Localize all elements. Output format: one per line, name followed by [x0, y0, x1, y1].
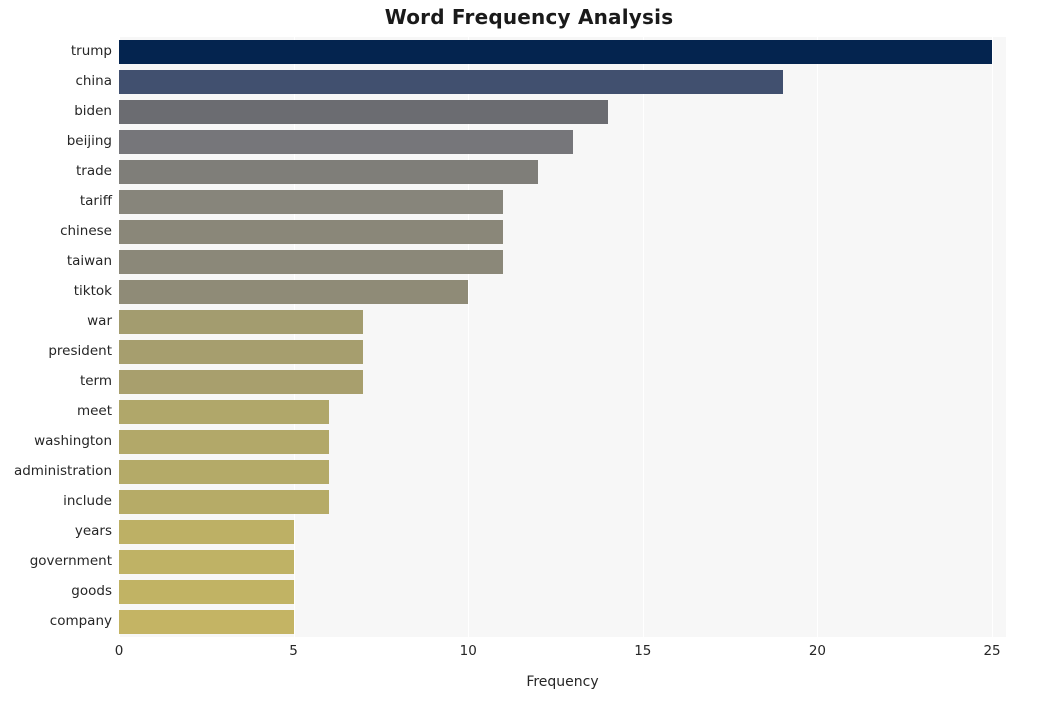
- bar-china[interactable]: [119, 69, 783, 95]
- bar-term[interactable]: [119, 369, 364, 395]
- bar-war[interactable]: [119, 309, 364, 335]
- bar-row: [119, 579, 1006, 605]
- bar-series: [119, 37, 1006, 637]
- bar-row: [119, 279, 1006, 305]
- bar-washington[interactable]: [119, 429, 329, 455]
- chart-title: Word Frequency Analysis: [384, 5, 674, 29]
- bar-row: [119, 99, 1006, 125]
- y-tick-label-president: president: [48, 343, 112, 359]
- bar-administration[interactable]: [119, 459, 329, 485]
- bar-trump[interactable]: [119, 39, 993, 65]
- plot-area: [119, 37, 1006, 637]
- bar-tiktok[interactable]: [119, 279, 469, 305]
- bar-row: [119, 519, 1006, 545]
- bar-taiwan[interactable]: [119, 249, 504, 275]
- x-tick-label-15: 15: [634, 643, 652, 659]
- y-tick-label-goods: goods: [71, 583, 112, 599]
- y-tick-label-meet: meet: [76, 403, 112, 419]
- y-tick-label-tiktok: tiktok: [73, 283, 112, 299]
- bar-government[interactable]: [119, 549, 294, 575]
- bar-row: [119, 399, 1006, 425]
- y-tick-label-company: company: [49, 613, 112, 629]
- y-tick-label-trade: trade: [76, 163, 112, 179]
- chart-figure: Word Frequency Analysis trump china biden b…: [0, 0, 1058, 701]
- bar-row: [119, 489, 1006, 515]
- x-tick-label-20: 20: [808, 643, 827, 659]
- x-axis-title: Frequency: [526, 674, 599, 690]
- bar-row: [119, 39, 1006, 65]
- bar-trade[interactable]: [119, 159, 539, 185]
- bar-president[interactable]: [119, 339, 364, 365]
- bar-row: [119, 429, 1006, 455]
- bar-years[interactable]: [119, 519, 294, 545]
- y-tick-label-government: government: [29, 553, 112, 569]
- y-tick-label-china: china: [75, 73, 112, 89]
- bar-row: [119, 369, 1006, 395]
- bar-include[interactable]: [119, 489, 329, 515]
- bar-row: [119, 219, 1006, 245]
- y-tick-label-administration: administration: [13, 463, 112, 479]
- bar-company[interactable]: [119, 609, 294, 635]
- bar-row: [119, 129, 1006, 155]
- y-tick-label-years: years: [74, 523, 112, 539]
- bar-row: [119, 609, 1006, 635]
- y-tick-label-term: term: [79, 373, 112, 389]
- y-tick-label-trump: trump: [70, 43, 112, 59]
- x-tick-label-25: 25: [983, 643, 1001, 659]
- y-tick-label-chinese: chinese: [60, 223, 112, 239]
- y-tick-label-taiwan: taiwan: [66, 253, 112, 269]
- bar-beijing[interactable]: [119, 129, 573, 155]
- bar-biden[interactable]: [119, 99, 608, 125]
- bar-row: [119, 309, 1006, 335]
- bar-meet[interactable]: [119, 399, 329, 425]
- x-tick-label-10: 10: [459, 643, 477, 659]
- bar-row: [119, 339, 1006, 365]
- x-axis-tick-labels: 0 5 10 15 20 25: [0, 643, 1058, 667]
- bar-row: [119, 549, 1006, 575]
- bar-row: [119, 459, 1006, 485]
- bar-goods[interactable]: [119, 579, 294, 605]
- bar-row: [119, 69, 1006, 95]
- y-axis-tick-labels: trump china biden beijing trade tariff chinese…: [0, 37, 112, 637]
- x-tick-label-0: 0: [114, 643, 124, 659]
- y-tick-label-biden: biden: [74, 103, 112, 119]
- bar-row: [119, 249, 1006, 275]
- y-tick-label-tariff: tariff: [79, 193, 112, 209]
- bar-row: [119, 159, 1006, 185]
- y-tick-label-war: war: [87, 313, 112, 329]
- y-tick-label-include: include: [63, 493, 112, 509]
- x-tick-label-5: 5: [289, 643, 298, 659]
- bar-tariff[interactable]: [119, 189, 504, 215]
- y-tick-label-washington: washington: [34, 433, 112, 449]
- bar-row: [119, 189, 1006, 215]
- bar-chinese[interactable]: [119, 219, 504, 245]
- y-tick-label-beijing: beijing: [66, 133, 112, 149]
